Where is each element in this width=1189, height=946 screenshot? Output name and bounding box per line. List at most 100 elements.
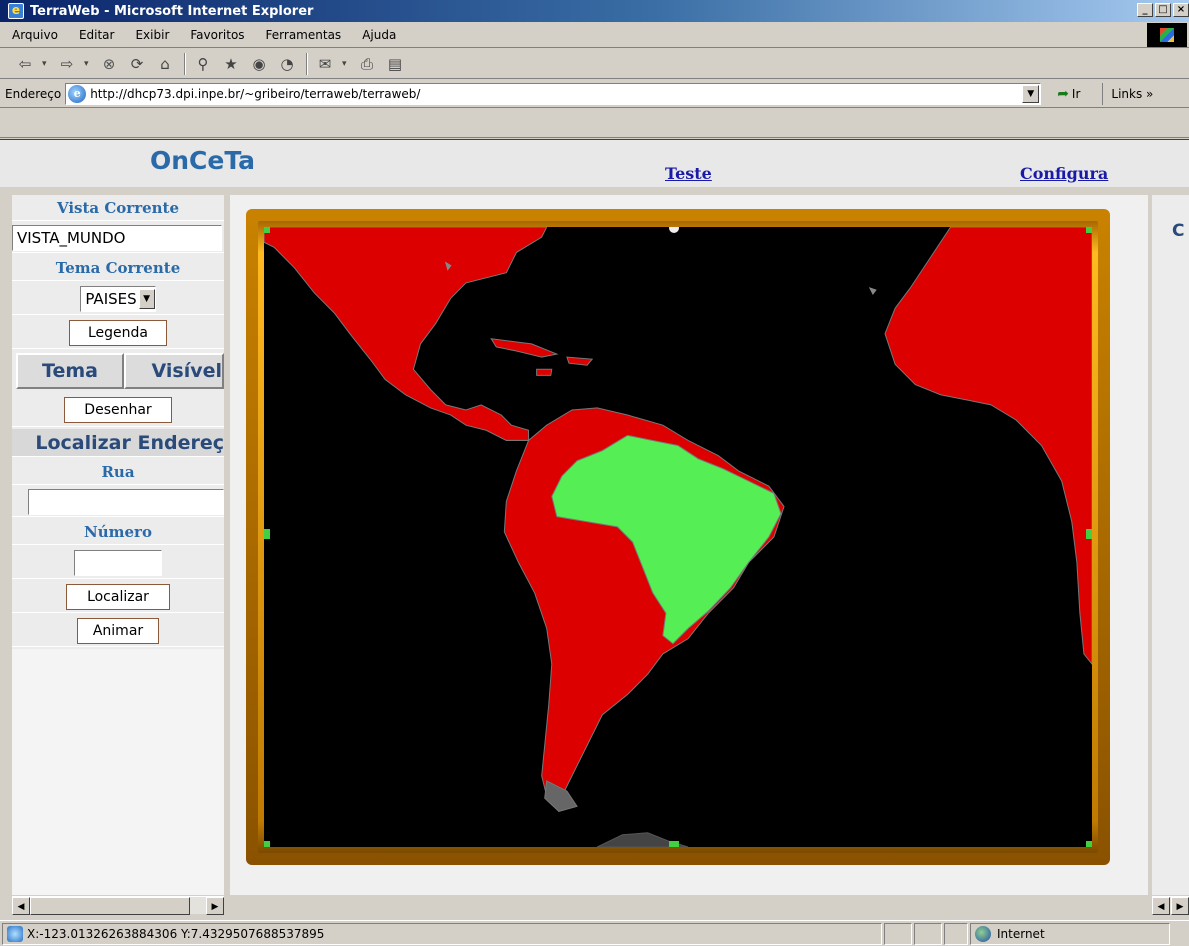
map-islands: [444, 261, 877, 296]
map-north-america: [264, 227, 548, 441]
go-arrow-icon: ➦: [1057, 85, 1069, 102]
status-main: X:-123.01326263884306 Y:7.43295076885378…: [2, 922, 882, 945]
print-icon[interactable]: ⎙: [356, 53, 378, 75]
rua-label: Rua: [101, 462, 135, 481]
toolbar-separator: [306, 52, 308, 75]
status-cell: [884, 922, 912, 945]
map-canvas[interactable]: [264, 227, 1092, 847]
menu-editar[interactable]: Editar: [67, 28, 124, 42]
scroll-right-icon[interactable]: ▶: [1171, 897, 1189, 915]
right-panel-scrollbar[interactable]: ◀ ▶: [1152, 896, 1189, 915]
menu-arquivo[interactable]: Arquivo: [0, 28, 67, 42]
scroll-left-icon[interactable]: ◀: [1152, 897, 1170, 915]
resize-handle-bl[interactable]: [264, 841, 270, 847]
stop-icon[interactable]: ⊗: [98, 53, 120, 75]
localizar-button[interactable]: Localizar: [66, 583, 170, 610]
tema-select[interactable]: PAISES ▼: [80, 285, 156, 312]
forward-dropdown-icon[interactable]: ▾: [84, 58, 92, 69]
mail-dropdown-icon[interactable]: ▾: [342, 58, 350, 69]
page-status-icon: [7, 925, 23, 942]
tab-visivel[interactable]: Visível: [124, 353, 224, 389]
back-dropdown-icon[interactable]: ▾: [42, 58, 50, 69]
vista-corrente-label: Vista Corrente: [56, 198, 180, 217]
menu-ferramentas[interactable]: Ferramentas: [254, 28, 351, 42]
go-label: Ir: [1071, 86, 1081, 101]
map-frame-inner: [258, 221, 1098, 853]
left-panel: Vista Corrente VISTA_MUNDO Tema Corrente…: [12, 195, 224, 895]
address-url: http://dhcp73.dpi.inpe.br/~gribeiro/terr…: [90, 86, 421, 101]
tab-tema[interactable]: Tema: [16, 353, 124, 389]
media-icon[interactable]: ◉: [248, 53, 270, 75]
resize-handle-br[interactable]: [1086, 841, 1092, 847]
history-icon[interactable]: ◔: [276, 53, 298, 75]
menu-favoritos[interactable]: Favoritos: [178, 28, 253, 42]
map-caribbean: [490, 338, 594, 376]
address-label: Endereço: [5, 86, 62, 101]
status-cell: [944, 922, 968, 945]
resize-handle-tl[interactable]: [264, 227, 270, 233]
address-dropdown-icon[interactable]: ▼: [1022, 84, 1040, 103]
legenda-button[interactable]: Legenda: [69, 319, 167, 346]
favorites-icon[interactable]: ★: [220, 53, 242, 75]
window-titlebar: e TerraWeb - Microsoft Internet Explorer…: [0, 0, 1189, 22]
search-icon[interactable]: ⚲: [192, 53, 214, 75]
maximize-button[interactable]: □: [1155, 3, 1171, 17]
link-teste[interactable]: Teste: [665, 164, 712, 183]
world-map-svg[interactable]: [264, 227, 1092, 847]
windows-logo-icon: [1147, 23, 1187, 47]
edit-icon[interactable]: ▤: [384, 53, 406, 75]
toolbar-separator: [184, 52, 186, 75]
tema-select-value: PAISES: [85, 289, 137, 308]
numero-input[interactable]: [74, 549, 162, 576]
status-coordinates: X:-123.01326263884306 Y:7.43295076885378…: [27, 926, 325, 941]
map-frame: [246, 209, 1110, 865]
address-input[interactable]: e http://dhcp73.dpi.inpe.br/~gribeiro/te…: [65, 82, 1042, 105]
mail-icon[interactable]: ✉: [314, 53, 336, 75]
standard-toolbar: ⇦ ▾ ⇨ ▾ ⊗ ⟳ ⌂ ⚲ ★ ◉ ◔ ✉ ▾ ⎙ ▤: [0, 49, 1189, 79]
header-frame: OnCeTa Teste Configura: [0, 140, 1189, 190]
resize-handle-left[interactable]: [264, 529, 270, 539]
address-bar: Endereço e http://dhcp73.dpi.inpe.br/~gr…: [0, 80, 1189, 108]
left-panel-filler: [12, 649, 224, 895]
brand-title: OnCeTa: [150, 146, 256, 175]
status-bar: X:-123.01326263884306 Y:7.43295076885378…: [0, 920, 1189, 946]
tema-corrente-label: Tema Corrente: [55, 258, 181, 277]
page-icon: e: [68, 84, 87, 103]
globe-icon: [975, 925, 991, 942]
scroll-left-icon[interactable]: ◀: [12, 897, 30, 915]
menu-bar: Arquivo Editar Exibir Favoritos Ferramen…: [0, 22, 1189, 48]
localizar-endereco-header: Localizar Endereç: [35, 431, 224, 454]
refresh-icon[interactable]: ⟳: [126, 53, 148, 75]
ie-app-icon: e: [8, 3, 24, 19]
map-panel: [230, 195, 1148, 895]
link-configura[interactable]: Configura: [1020, 164, 1108, 183]
scrollbar-thumb[interactable]: [30, 897, 190, 915]
security-zone-label: Internet: [997, 926, 1045, 941]
home-icon[interactable]: ⌂: [154, 53, 176, 75]
status-cell: [914, 922, 942, 945]
security-zone: Internet: [970, 922, 1170, 945]
go-button[interactable]: ➦ Ir: [1057, 86, 1080, 102]
animar-button[interactable]: Animar: [77, 617, 159, 644]
vista-corrente-field[interactable]: VISTA_MUNDO: [12, 224, 222, 251]
resize-handle-right[interactable]: [1086, 529, 1092, 539]
back-icon[interactable]: ⇦: [14, 53, 36, 75]
menu-ajuda[interactable]: Ajuda: [350, 28, 405, 42]
left-panel-scrollbar[interactable]: ◀ ▶: [12, 896, 224, 915]
chevron-down-icon[interactable]: ▼: [138, 288, 155, 309]
desenhar-button[interactable]: Desenhar: [64, 396, 172, 423]
scroll-right-icon[interactable]: ▶: [206, 897, 224, 915]
links-toolbar[interactable]: Links »: [1102, 82, 1153, 105]
rua-input[interactable]: [28, 488, 224, 515]
window-controls: _ □ ×: [1137, 3, 1189, 17]
menu-exibir[interactable]: Exibir: [123, 28, 178, 42]
numero-label: Número: [84, 522, 152, 541]
resize-handle-bottom[interactable]: [669, 841, 679, 847]
close-button[interactable]: ×: [1173, 3, 1189, 17]
map-africa: [884, 227, 1092, 665]
right-panel: C: [1152, 195, 1189, 895]
resize-handle-tr[interactable]: [1086, 227, 1092, 233]
minimize-button[interactable]: _: [1137, 3, 1153, 17]
window-title: TerraWeb - Microsoft Internet Explorer: [30, 3, 314, 19]
forward-icon[interactable]: ⇨: [56, 53, 78, 75]
